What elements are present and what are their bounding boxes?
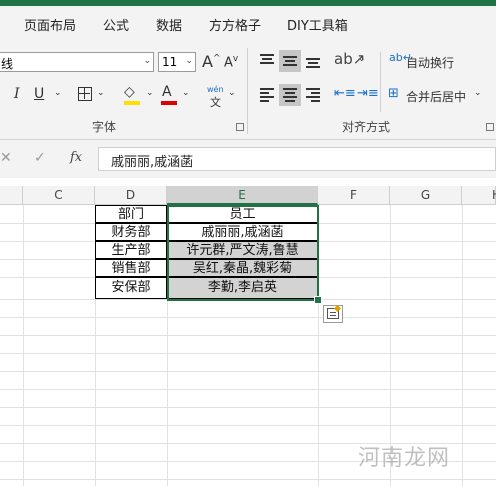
alignment-group-label: 对齐方式 [342, 120, 391, 134]
tab-diy-toolbox[interactable]: DIY工具箱 [287, 15, 348, 34]
tab-page-layout[interactable]: 页面布局 [24, 15, 76, 34]
align-top-icon[interactable] [260, 54, 274, 68]
merge-icon: ⊞ [388, 86, 399, 101]
font-name-value: 线 [1, 57, 14, 71]
alignment-dialog-launcher-icon[interactable] [486, 123, 494, 131]
grid-line [0, 353, 496, 354]
cell-d-row[interactable]: 生产部 [95, 241, 167, 259]
column-header-b[interactable] [0, 186, 23, 205]
italic-button[interactable]: I [14, 86, 20, 102]
column-headers: C D E F G H [0, 186, 496, 205]
cell-d-row[interactable]: 销售部 [95, 259, 167, 277]
grow-font-button[interactable]: A^ [202, 52, 221, 71]
increase-indent-icon[interactable]: ⇥≡ [357, 86, 379, 101]
phonetic-top: wén [207, 85, 224, 94]
cell-d-header[interactable]: 部门 [95, 205, 167, 223]
fill-color-swatch [124, 101, 140, 105]
grid-line [0, 317, 496, 318]
tab-data[interactable]: 数据 [156, 15, 182, 34]
selection-range-border [167, 205, 319, 301]
grid-line [0, 479, 496, 480]
chevron-down-icon: ⌄ [143, 56, 151, 66]
tab-fangfang[interactable]: 方方格子 [209, 15, 261, 34]
chevron-down-icon[interactable]: ⌄ [146, 88, 154, 98]
fill-color-icon[interactable]: ◇ [124, 84, 135, 100]
shrink-font-button[interactable]: Av [224, 54, 238, 70]
border-icon[interactable] [78, 87, 92, 101]
watermark-text: 河南龙网 [358, 446, 451, 471]
font-group-label: 字体 [92, 120, 117, 134]
grid-line [0, 389, 496, 390]
column-header-c[interactable]: C [23, 186, 95, 205]
decrease-indent-icon[interactable]: ⇤≡ [334, 86, 356, 101]
chevron-down-icon[interactable]: ⌄ [474, 88, 482, 98]
shrink-font-label: A [224, 55, 233, 71]
chevron-down-icon[interactable]: ⌄ [97, 88, 105, 98]
grid-line [0, 371, 496, 372]
grid-line [0, 425, 496, 426]
chevron-down-icon[interactable]: ⌄ [228, 88, 236, 98]
phonetic-icon[interactable]: 文 [210, 94, 221, 110]
group-separator [247, 48, 248, 134]
formula-content: 戚丽丽,戚涵菡 [111, 155, 194, 170]
column-header-d[interactable]: D [95, 186, 167, 205]
font-size-select[interactable]: 11 ⌄ [158, 52, 196, 72]
fill-handle[interactable] [314, 296, 322, 304]
align-center-button[interactable] [279, 84, 301, 106]
merge-center-button[interactable]: 合并后居中 [406, 88, 466, 105]
column-header-e[interactable]: E [167, 186, 318, 205]
group-separator [380, 52, 381, 112]
font-name-select[interactable]: 线 ⌄ [0, 52, 154, 72]
column-header-h[interactable]: H [462, 186, 496, 205]
insert-function-icon[interactable]: fx [70, 150, 82, 165]
cancel-icon[interactable]: ✕ [0, 150, 12, 166]
grid-line [0, 407, 496, 408]
cell-d-row[interactable]: 财务部 [95, 223, 167, 241]
column-header-f[interactable]: F [318, 186, 390, 205]
font-color-button[interactable]: A [162, 84, 172, 100]
grow-font-label: A [202, 52, 213, 71]
ribbon-body: 线 ⌄ 11 ⌄ A^ Av I U ⌄ ⌄ ◇ ⌄ A ⌄ wén 文 ⌄ 字… [0, 42, 496, 140]
wrap-text-button[interactable]: 自动换行 [406, 54, 454, 71]
tab-formulas[interactable]: 公式 [103, 15, 129, 34]
chevron-down-icon: ⌄ [185, 56, 193, 66]
cell-d-row[interactable]: 安保部 [95, 277, 167, 299]
formula-input[interactable]: 戚丽丽,戚涵菡 [98, 147, 496, 171]
align-middle-button[interactable] [279, 50, 301, 72]
quick-analysis-button[interactable] [323, 304, 343, 323]
formula-bar: ✕ ✓ fx 戚丽丽,戚涵菡 [0, 140, 496, 178]
font-color-swatch [161, 101, 177, 105]
chevron-down-icon[interactable]: ⌄ [54, 88, 62, 98]
font-dialog-launcher-icon[interactable] [236, 123, 244, 131]
align-right-icon[interactable] [306, 88, 320, 102]
confirm-icon[interactable]: ✓ [34, 150, 46, 166]
ribbon-tabs: 页面布局 公式 数据 方方格子 DIY工具箱 [0, 6, 496, 42]
chevron-down-icon[interactable]: ⌄ [358, 54, 366, 64]
chevron-down-icon[interactable]: ⌄ [182, 88, 190, 98]
align-bottom-icon[interactable] [306, 54, 320, 68]
grid-line [0, 335, 496, 336]
column-header-g[interactable]: G [390, 186, 462, 205]
align-left-icon[interactable] [260, 88, 274, 102]
underline-button[interactable]: U [34, 86, 44, 102]
font-size-value: 11 [162, 55, 178, 69]
